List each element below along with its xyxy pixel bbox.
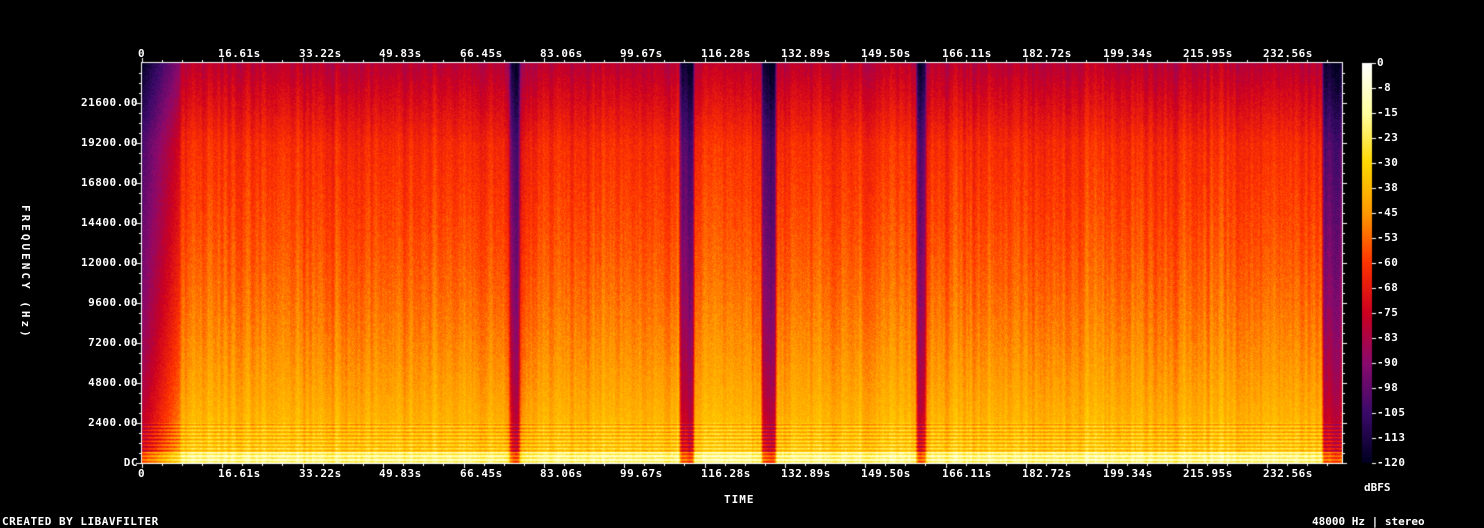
y-tick-label: 16800.00	[81, 176, 138, 189]
x-axis-label: TIME	[724, 493, 755, 506]
y-tick-label: 21600.00	[81, 96, 138, 109]
colorbar-tick-label: 0	[1377, 56, 1385, 69]
x-tick-label-top: 116.28s	[701, 47, 751, 60]
x-tick-label-top: 83.06s	[540, 47, 583, 60]
y-tick-label: 19200.00	[81, 136, 138, 149]
colorbar-tick-label: -38	[1377, 181, 1399, 194]
y-tick-label: 7200.00	[88, 336, 138, 349]
x-tick-label-top: 149.50s	[861, 47, 911, 60]
colorbar-tick-label: -45	[1377, 206, 1399, 219]
x-tick-label-top: 215.95s	[1183, 47, 1233, 60]
x-tick-label-bottom: 66.45s	[460, 467, 503, 480]
y-tick-label: 4800.00	[88, 376, 138, 389]
x-tick-label-top: 99.67s	[620, 47, 663, 60]
x-tick-label-top: 33.22s	[299, 47, 342, 60]
colorbar-tick-label: -75	[1377, 306, 1399, 319]
colorbar-tick-label: -30	[1377, 156, 1399, 169]
x-tick-label-top: 16.61s	[218, 47, 261, 60]
colorbar-tick-label: -8	[1377, 81, 1392, 94]
x-tick-label-bottom: 83.06s	[540, 467, 583, 480]
y-tick-label: DC	[123, 456, 138, 469]
x-tick-label-bottom: 182.72s	[1022, 467, 1072, 480]
spectrogram-plot	[0, 0, 1484, 528]
x-tick-label-bottom: 199.34s	[1103, 467, 1153, 480]
y-tick-label: 2400.00	[88, 416, 138, 429]
colorbar-tick-label: -23	[1377, 131, 1399, 144]
x-tick-label-bottom: 149.50s	[861, 467, 911, 480]
x-tick-label-bottom: 33.22s	[299, 467, 342, 480]
x-tick-label-top: 232.56s	[1263, 47, 1313, 60]
colorbar-unit-label: dBFS	[1364, 481, 1391, 494]
y-axis-label: FREQUENCY (Hz)	[19, 205, 32, 340]
x-tick-label-top: 49.83s	[379, 47, 422, 60]
colorbar-tick-label: -68	[1377, 281, 1399, 294]
x-tick-label-bottom: 0	[138, 467, 146, 480]
colorbar-tick-label: -83	[1377, 331, 1399, 344]
colorbar-tick-label: -113	[1377, 431, 1406, 444]
x-tick-label-bottom: 232.56s	[1263, 467, 1313, 480]
x-tick-label-top: 132.89s	[781, 47, 831, 60]
y-tick-label: 9600.00	[88, 296, 138, 309]
x-tick-label-bottom: 99.67s	[620, 467, 663, 480]
colorbar-tick-label: -90	[1377, 356, 1399, 369]
x-tick-label-top: 182.72s	[1022, 47, 1072, 60]
x-tick-label-top: 166.11s	[942, 47, 992, 60]
colorbar-tick-label: -60	[1377, 256, 1399, 269]
colorbar-tick-label: -120	[1377, 456, 1406, 469]
x-tick-label-bottom: 16.61s	[218, 467, 261, 480]
x-tick-label-bottom: 116.28s	[701, 467, 751, 480]
x-tick-label-bottom: 132.89s	[781, 467, 831, 480]
colorbar-tick-label: -15	[1377, 106, 1399, 119]
y-tick-label: 14400.00	[81, 216, 138, 229]
x-tick-label-top: 0	[138, 47, 146, 60]
x-tick-label-bottom: 215.95s	[1183, 467, 1233, 480]
x-tick-label-top: 199.34s	[1103, 47, 1153, 60]
x-tick-label-bottom: 49.83s	[379, 467, 422, 480]
colorbar-tick-label: -105	[1377, 406, 1406, 419]
footer-credit: CREATED BY LIBAVFILTER	[2, 515, 159, 528]
x-tick-label-top: 66.45s	[460, 47, 503, 60]
y-tick-label: 12000.00	[81, 256, 138, 269]
footer-format: 48000 Hz | stereo	[1312, 515, 1425, 528]
colorbar-tick-label: -53	[1377, 231, 1399, 244]
colorbar-tick-label: -98	[1377, 381, 1399, 394]
x-tick-label-bottom: 166.11s	[942, 467, 992, 480]
